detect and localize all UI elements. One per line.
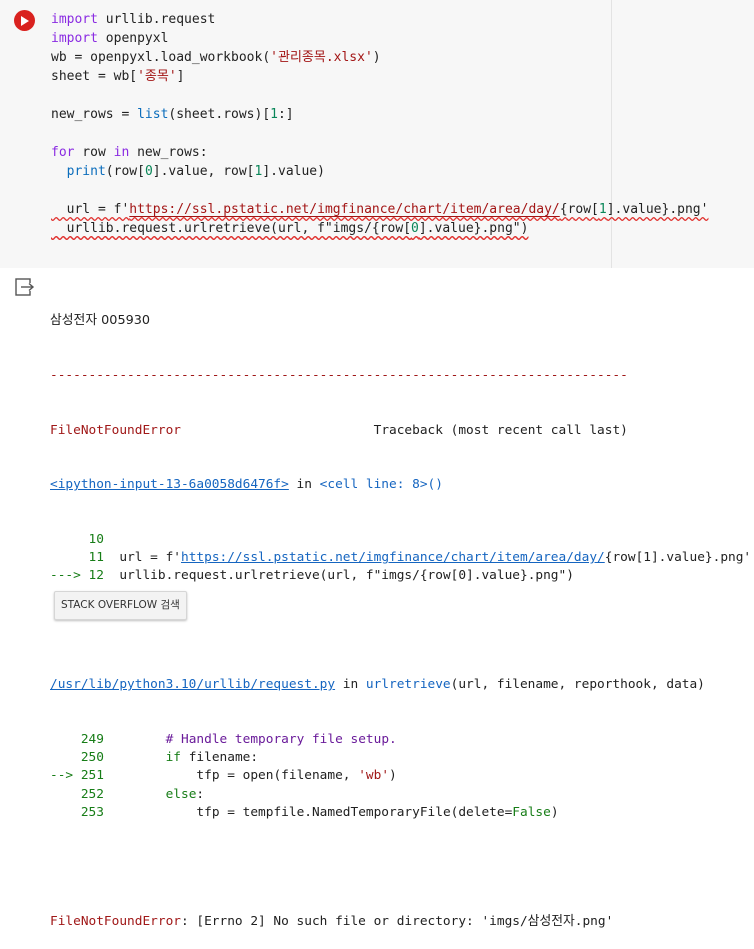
- traceback-line: 250 if filename:: [80, 750, 259, 766]
- code-editor[interactable]: import urllib.request import openpyxl wb =…: [51, 10, 708, 238]
- stack-overflow-search-button[interactable]: STACK OVERFLOW 검색: [54, 591, 187, 620]
- error-message: : [Errno 2] No such file or directory: '…: [180, 913, 614, 929]
- in-word: in: [335, 677, 366, 693]
- traceback-line: 253 tfp = tempfile.NamedTemporaryFile(de…: [80, 804, 559, 820]
- traceback-line: 249 # Handle temporary file setup.: [80, 731, 397, 747]
- run-cell-button[interactable]: [14, 10, 35, 31]
- error-name: FileNotFoundError: [50, 913, 181, 929]
- traceback-line: ---> 12 urllib.request.urlretrieve(url, …: [50, 568, 574, 584]
- frame2-lines: 249 # Handle temporary file setup. 250 i…: [50, 731, 751, 822]
- error-name: FileNotFoundError: [50, 422, 181, 438]
- frame2-location: /usr/lib/python3.10/urllib/request.py in…: [50, 676, 751, 694]
- ipython-input-link[interactable]: <ipython-input-13-6a0058d6476f>: [50, 477, 289, 492]
- code-line: wb = openpyxl.load_workbook('관리종목.xlsx'): [51, 50, 381, 65]
- traceback-header-line: FileNotFoundError Traceback (most recent…: [50, 422, 751, 440]
- in-word: in: [288, 477, 320, 493]
- code-line: sheet = wb['종목']: [51, 69, 185, 84]
- error-message-line: FileNotFoundError: [Errno 2] No such fil…: [50, 913, 751, 931]
- traceback-line: 10: [88, 531, 104, 547]
- traceback-line: 252 else:: [80, 786, 205, 802]
- code-cell[interactable]: import urllib.request import openpyxl wb =…: [0, 0, 754, 268]
- traceback-header: Traceback (most recent call last): [373, 422, 628, 438]
- frame1-lines: 10 11 url = f'https://ssl.pstatic.net/im…: [50, 531, 751, 586]
- code-line: new_rows = list(sheet.rows)[1:]: [51, 107, 294, 122]
- output-redirect-icon[interactable]: [15, 278, 35, 296]
- traceback-rule: ----------------------------------------…: [50, 368, 628, 383]
- cell-line-ref: <cell line: 8>(): [319, 477, 443, 493]
- code-line: print(row[0].value, row[1].value): [66, 164, 325, 179]
- function-args: (url, filename, reporthook, data): [450, 677, 705, 693]
- code-line: urllib.request.urlretrieve(url, f"imgs/{…: [51, 221, 529, 236]
- traceback-line: 11 url = f'https://ssl.pstatic.net/imgfi…: [88, 549, 752, 565]
- code-line: for row in new_rows:: [51, 145, 208, 160]
- code-line: url = f'https://ssl.pstatic.net/imgfinan…: [51, 202, 709, 217]
- print-output: 삼성전자 005930: [50, 313, 151, 329]
- frame1-location: <ipython-input-13-6a0058d6476f> in <cell…: [50, 476, 751, 494]
- traceback-line: --> 251 tfp = open(filename, 'wb'): [50, 768, 397, 784]
- code-line: import openpyxl: [51, 31, 169, 46]
- function-ref: urlretrieve: [365, 677, 451, 693]
- play-icon: [21, 15, 29, 26]
- request-py-link[interactable]: /usr/lib/python3.10/urllib/request.py: [50, 677, 335, 692]
- code-line: import urllib.request: [51, 12, 216, 27]
